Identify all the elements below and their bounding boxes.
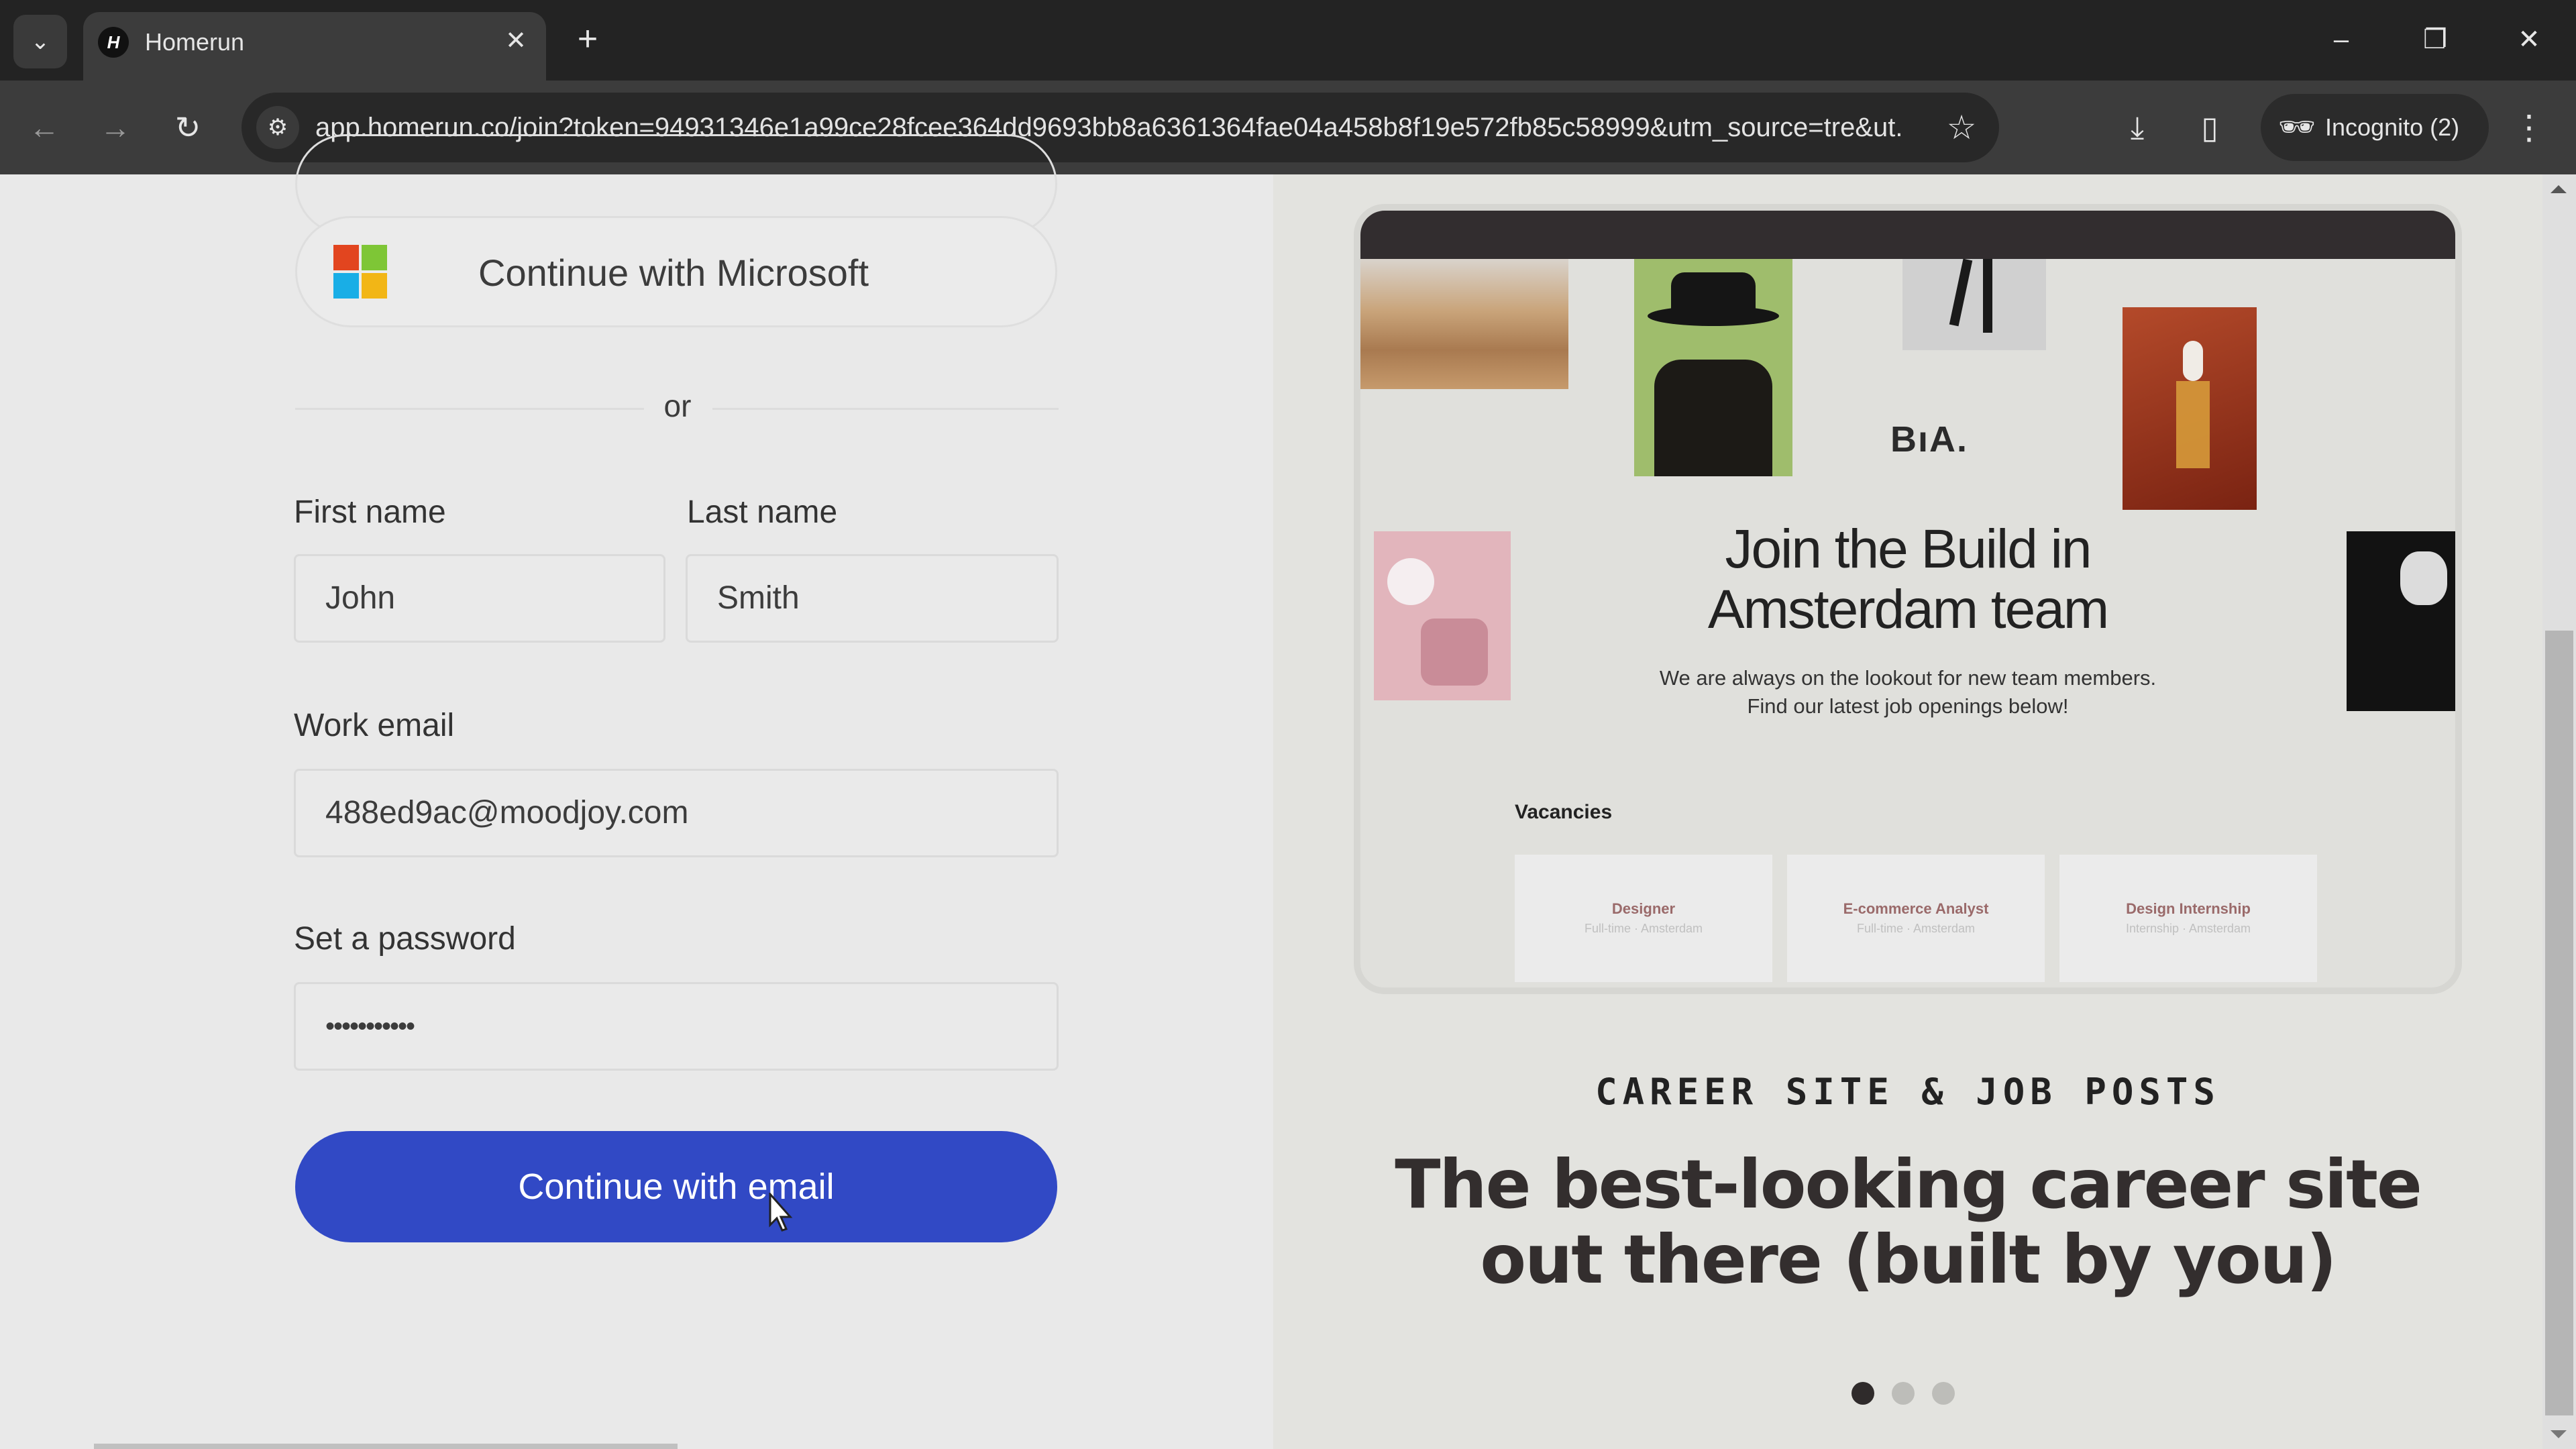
restore-icon: ❐: [2423, 25, 2447, 54]
carousel-dot[interactable]: [1851, 1382, 1874, 1405]
work-email-input[interactable]: 488ed9ac@moodjoy.com: [294, 769, 1059, 857]
promo-headline-line2: out there (built by you): [1480, 1220, 2337, 1299]
vacancy-meta: Full-time · Amsterdam: [1856, 922, 1976, 935]
carousel-pagination: [1851, 1382, 1955, 1409]
browser-tab-strip: ⌄ H Homerun ✕ + – ❐ ✕: [0, 0, 2576, 80]
password-input[interactable]: •••••••••••: [294, 982, 1059, 1071]
incognito-icon: 🕶: [2278, 111, 2316, 144]
microsoft-button-label: Continue with Microsoft: [478, 252, 869, 294]
close-icon: ✕: [2518, 25, 2540, 54]
last-name-label: Last name: [687, 494, 838, 530]
site-info-button[interactable]: ⚙: [256, 106, 299, 149]
forward-button[interactable]: →: [91, 103, 140, 152]
chevron-down-icon: ⌄: [30, 29, 50, 54]
bookmark-button[interactable]: ☆: [1940, 106, 1983, 149]
download-icon: ⤓: [2130, 110, 2145, 145]
vacancy-card: Design Internship Internship · Amsterdam: [2059, 855, 2317, 982]
incognito-button[interactable]: 🕶 Incognito (2): [2261, 94, 2489, 161]
tab-homerun[interactable]: H Homerun ✕: [83, 12, 546, 80]
vacancy-title: Design Internship: [2126, 900, 2251, 917]
promo-panel: BıA. Join the Build in Amsterdam team We…: [1273, 174, 2542, 1449]
continue-with-email-button[interactable]: Continue with email: [295, 1131, 1057, 1242]
vacancies-heading: Vacancies: [1515, 801, 1613, 823]
reload-button[interactable]: ↻: [164, 103, 212, 152]
reload-icon: ↻: [174, 110, 201, 145]
downloads-button[interactable]: ⤓: [2113, 103, 2161, 152]
tab-close-button[interactable]: ✕: [499, 24, 533, 58]
legs-photo: [1902, 258, 2046, 350]
divider-line-left: [295, 408, 644, 410]
carousel-dot[interactable]: [1892, 1382, 1915, 1405]
incognito-label: Incognito (2): [2325, 113, 2460, 141]
tab-search-button[interactable]: ⌄: [13, 15, 67, 68]
star-icon: ☆: [1946, 109, 1977, 146]
browser-menu-button[interactable]: ⋮: [2509, 103, 2549, 152]
homerun-favicon-icon: H: [98, 27, 129, 58]
password-label: Set a password: [294, 921, 516, 957]
page-content: Continue with Microsoft or First name Jo…: [0, 134, 2576, 1449]
vacancy-card: Designer Full-time · Amsterdam: [1515, 855, 1772, 982]
desert-photo: [1360, 259, 1568, 389]
arrow-right-icon: →: [100, 110, 131, 145]
microsoft-logo-icon: [333, 245, 387, 299]
preview-subtitle-line2: Find our latest job openings below!: [1747, 694, 2069, 718]
preview-browser-bar: [1360, 211, 2455, 259]
vacancy-title: Designer: [1611, 900, 1676, 917]
first-name-label: First name: [294, 494, 446, 530]
plus-icon: +: [577, 19, 598, 58]
vacancy-meta: Internship · Amsterdam: [2125, 922, 2251, 935]
restore-button[interactable]: ❐: [2408, 16, 2462, 63]
arrow-left-icon: ←: [29, 110, 60, 145]
promo-eyebrow: CAREER SITE & JOB POSTS: [1595, 1071, 2220, 1113]
horizontal-scrollbar[interactable]: [94, 1444, 678, 1449]
new-tab-button[interactable]: +: [569, 20, 606, 58]
promo-headline-line1: The best-looking career site: [1395, 1145, 2422, 1224]
perfume-photo: [2123, 307, 2257, 510]
more-vert-icon: ⋮: [2512, 109, 2546, 146]
hat-man-photo: [1634, 259, 1792, 476]
mouse-cursor-icon: [769, 1193, 793, 1232]
carousel-dot[interactable]: [1932, 1382, 1955, 1405]
tab-title: Homerun: [145, 28, 245, 56]
vacancy-card: E-commerce Analyst Full-time · Amsterdam: [1787, 855, 2045, 982]
scroll-down-arrow-icon[interactable]: [2551, 1430, 2567, 1438]
continue-with-microsoft-button[interactable]: Continue with Microsoft: [295, 216, 1057, 327]
promo-headline: The best-looking career site out there (…: [1273, 1147, 2542, 1297]
side-panel-icon: ▯: [2201, 110, 2218, 145]
preview-title-line1: Join the Build in: [1725, 519, 2092, 580]
vacancy-meta: Full-time · Amsterdam: [1584, 922, 1703, 935]
close-icon: ✕: [505, 27, 527, 55]
vacancy-title: E-commerce Analyst: [1843, 900, 1989, 917]
work-email-label: Work email: [294, 708, 455, 743]
minimize-button[interactable]: –: [2314, 16, 2368, 63]
first-name-input[interactable]: John: [294, 554, 665, 643]
tune-icon: ⚙: [267, 115, 288, 140]
minimize-icon: –: [2333, 25, 2349, 54]
scrollbar-thumb[interactable]: [2545, 631, 2573, 1415]
last-name-input[interactable]: Smith: [686, 554, 1059, 643]
window-close-button[interactable]: ✕: [2502, 16, 2556, 63]
vertical-scrollbar[interactable]: [2542, 174, 2576, 1449]
preview-title-line2: Amsterdam team: [1707, 579, 2109, 640]
career-site-preview: BıA. Join the Build in Amsterdam team We…: [1354, 204, 2462, 994]
scroll-up-arrow-icon[interactable]: [2551, 185, 2567, 193]
side-panel-button[interactable]: ▯: [2186, 103, 2234, 152]
divider-or-text: or: [663, 388, 692, 423]
divider-line-right: [712, 408, 1059, 410]
back-button[interactable]: ←: [20, 103, 68, 152]
signup-form: Continue with Microsoft or First name Jo…: [0, 134, 1273, 1449]
preview-title: Join the Build in Amsterdam team: [1360, 519, 2455, 640]
company-logo: BıA.: [1890, 419, 1968, 460]
preview-subtitle: We are always on the lookout for new tea…: [1360, 664, 2455, 720]
preview-subtitle-line1: We are always on the lookout for new tea…: [1659, 666, 2157, 690]
